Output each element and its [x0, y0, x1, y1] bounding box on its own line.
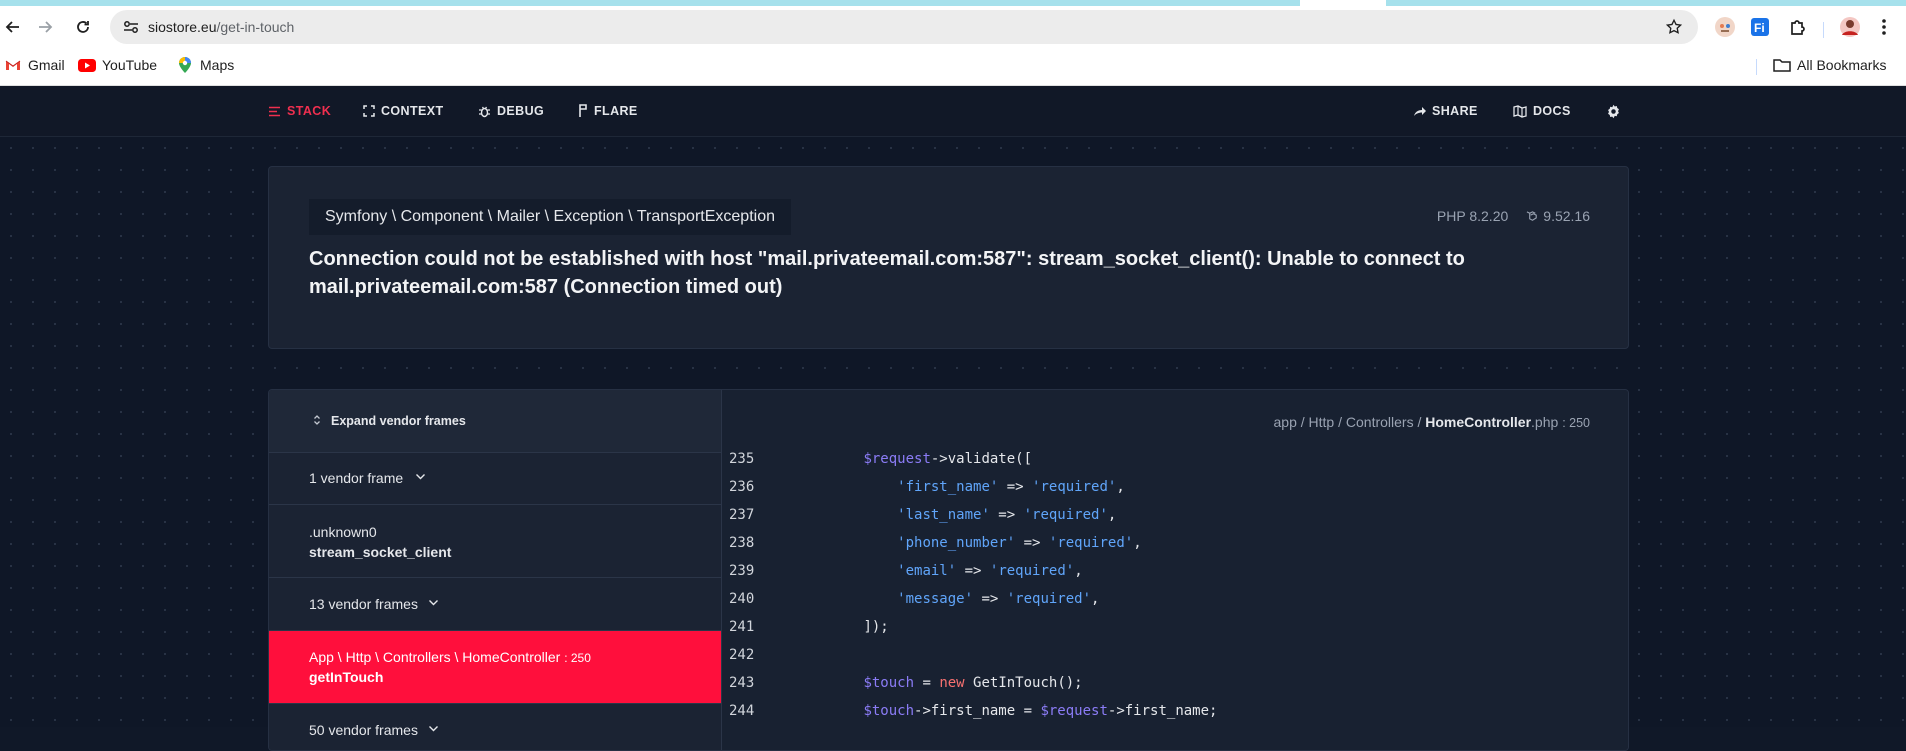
code-text: 'first_name' => 'required',: [897, 479, 1125, 495]
extension-fi-icon[interactable]: Fi: [1748, 15, 1772, 39]
chevron-down-icon: [416, 474, 425, 480]
docs-icon: [1513, 104, 1527, 118]
tab-context[interactable]: CONTEXT: [363, 86, 444, 136]
laravel-version: 9.52.16: [1526, 208, 1590, 224]
gear-icon: [1608, 104, 1619, 118]
file-path[interactable]: app / Http / Controllers / HomeControlle…: [1274, 414, 1590, 430]
code-text: $touch->first_name = $request->first_nam…: [863, 703, 1218, 719]
bookmarks-divider: [1756, 59, 1757, 75]
expand-vendor-frames-button[interactable]: Expand vendor frames: [269, 390, 721, 453]
svg-text:Fi: Fi: [1754, 21, 1765, 35]
line-number: 240: [729, 591, 755, 607]
site-settings-icon[interactable]: [118, 14, 144, 40]
bookmark-gmail[interactable]: Gmail: [4, 56, 65, 74]
line-number: 242: [729, 647, 755, 663]
toolbar-divider: [1823, 22, 1824, 38]
code-line: 242: [722, 641, 1628, 669]
code-text: $touch = new GetInTouch();: [863, 675, 1083, 691]
chevron-down-icon: [429, 726, 438, 732]
line-number: 236: [729, 479, 755, 495]
bookmarks-bar: Gmail YouTube Maps All Bookmarks: [0, 48, 1906, 86]
share-icon: [1414, 106, 1426, 116]
code-line: 243 $touch = new GetInTouch();: [722, 669, 1628, 697]
stack-frame-active[interactable]: App \ Http \ Controllers \ HomeControlle…: [269, 631, 721, 704]
frames-list: Expand vendor frames 1 vendor frame .unk…: [269, 390, 722, 750]
code-line: 239 'email' => 'required',: [722, 557, 1628, 585]
bookmark-star-icon[interactable]: [1662, 15, 1686, 39]
expand-chevrons-icon: [314, 415, 320, 425]
flare-icon: [579, 104, 587, 117]
versions: PHP 8.2.20 9.52.16: [1437, 208, 1590, 224]
error-card: Symfony \ Component \ Mailer \ Exception…: [268, 166, 1629, 349]
php-version: PHP 8.2.20: [1436, 208, 1509, 224]
line-number: 243: [729, 675, 755, 691]
code-line: 238 'phone_number' => 'required',: [722, 529, 1628, 557]
bookmark-youtube[interactable]: YouTube: [78, 56, 157, 74]
bookmark-maps[interactable]: Maps: [176, 56, 234, 74]
reload-icon: [77, 21, 89, 33]
vendor-frames-group[interactable]: 50 vendor frames: [269, 704, 721, 750]
address-bar[interactable]: siostore.eu/get-in-touch: [110, 10, 1698, 44]
code-text: ]);: [863, 619, 889, 635]
reload-button[interactable]: [70, 14, 96, 40]
code-viewer: app / Http / Controllers / HomeControlle…: [722, 390, 1628, 750]
line-number: 235: [729, 451, 755, 467]
tab-flare[interactable]: FLARE: [578, 86, 638, 136]
tab-debug[interactable]: DEBUG: [478, 86, 544, 136]
context-icon: [363, 105, 375, 117]
profile-avatar[interactable]: [1838, 15, 1862, 39]
code-line: 235 $request->validate([: [722, 445, 1628, 473]
code-text: 'phone_number' => 'required',: [897, 535, 1142, 551]
extension-avatar-icon[interactable]: [1713, 15, 1737, 39]
all-bookmarks-button[interactable]: All Bookmarks: [1773, 56, 1886, 74]
code-line: 237 'last_name' => 'required',: [722, 501, 1628, 529]
code-text: 'message' => 'required',: [897, 591, 1100, 607]
youtube-icon: [78, 56, 96, 74]
line-number: 244: [729, 703, 755, 719]
folder-icon: [1773, 56, 1791, 74]
error-message: Connection could not be established with…: [309, 248, 1465, 298]
line-number: 239: [729, 563, 755, 579]
code-text: $request->validate([: [863, 451, 1033, 467]
extensions-puzzle-icon[interactable]: [1786, 15, 1810, 39]
vendor-frames-group[interactable]: 1 vendor frame: [269, 452, 721, 505]
line-number: 237: [729, 507, 755, 523]
vendor-frames-group[interactable]: 13 vendor frames: [269, 578, 721, 631]
code-line: 236 'first_name' => 'required',: [722, 473, 1628, 501]
exception-class-badge[interactable]: Symfony \ Component \ Mailer \ Exception…: [309, 199, 791, 235]
gmail-icon: [4, 56, 22, 74]
arrow-left-icon: [5, 21, 19, 33]
code-line: 241 ]);: [722, 613, 1628, 641]
share-button[interactable]: SHARE: [1413, 86, 1478, 136]
chevron-down-icon: [429, 600, 438, 606]
stack-frame[interactable]: .unknown0 stream_socket_client: [269, 505, 721, 578]
tab-stack[interactable]: STACK: [268, 86, 331, 136]
url-text: siostore.eu/get-in-touch: [148, 19, 295, 35]
code-line: 244 $touch->first_name = $request->first…: [722, 697, 1628, 725]
docs-button[interactable]: DOCS: [1513, 86, 1571, 136]
laravel-icon: [1526, 210, 1538, 221]
bug-icon: [479, 106, 490, 117]
app-nav: STACK CONTEXT DEBUG FLARE SHARE DOCS: [0, 86, 1906, 137]
forward-button[interactable]: [32, 14, 58, 40]
browser-toolbar: siostore.eu/get-in-touch Fi: [0, 6, 1906, 48]
back-button[interactable]: [0, 14, 26, 40]
stack-icon: [269, 106, 280, 116]
code-text: 'last_name' => 'required',: [897, 507, 1117, 523]
line-number: 241: [729, 619, 755, 635]
arrow-right-icon: [39, 21, 53, 33]
code-line: 240 'message' => 'required',: [722, 585, 1628, 613]
maps-icon: [176, 56, 194, 74]
browser-menu-icon[interactable]: [1872, 15, 1896, 39]
line-number: 238: [729, 535, 755, 551]
stack-panel: Expand vendor frames 1 vendor frame .unk…: [268, 389, 1629, 751]
code-text: 'email' => 'required',: [897, 563, 1083, 579]
settings-button[interactable]: [1606, 86, 1621, 136]
